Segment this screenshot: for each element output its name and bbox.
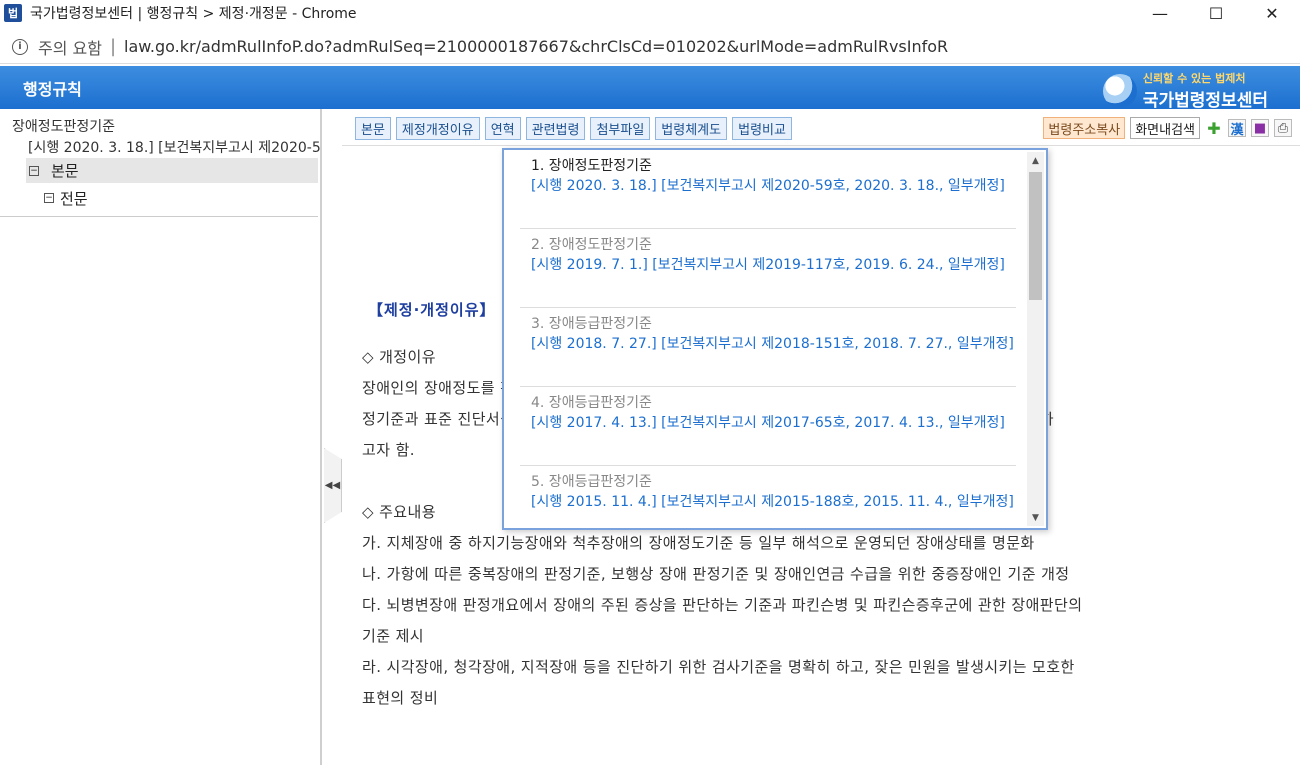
content-line: 가. 지체장애 중 하지기능장애와 척추장애의 장애정도기준 등 일부 해석으로… bbox=[362, 534, 1035, 552]
minimize-button[interactable]: — bbox=[1132, 0, 1188, 26]
tab-related-laws-button[interactable]: 관련법령 bbox=[525, 117, 586, 140]
collapse-toggle-icon[interactable]: − bbox=[44, 193, 54, 203]
tree-law-title[interactable]: 장애정도판정기준 bbox=[12, 116, 115, 136]
brand-emblem-icon bbox=[1102, 73, 1137, 108]
url-text[interactable]: law.go.kr/admRulInfoP.do?admRulSeq=21000… bbox=[124, 37, 948, 56]
list-item[interactable]: 3. 장애등급판정기준 [시행 2018. 7. 27.] [보건복지부고시 제… bbox=[520, 308, 1016, 387]
content-toolbar: 본문 제정개정이유 연혁 관련법령 첨부파일 법령체계도 법령비교 bbox=[355, 117, 792, 140]
toolbar-right: 법령주소복사 화면내검색 ✚ 漢 ■ ⎙ bbox=[1043, 117, 1292, 139]
add-favorite-icon[interactable]: ✚ bbox=[1205, 119, 1223, 138]
save-icon[interactable]: ■ bbox=[1251, 119, 1269, 137]
tree-item-preamble[interactable]: − 전문 bbox=[44, 187, 88, 209]
panel-collapse-handle[interactable]: ◀◀ bbox=[324, 448, 342, 523]
history-item-desc[interactable]: [시행 2020. 3. 18.] [보건복지부고시 제2020-59호, 20… bbox=[531, 176, 1016, 197]
popup-scrollbar[interactable]: ▲ ▼ bbox=[1027, 152, 1044, 526]
brand-name: 국가법령정보센터 bbox=[1142, 91, 1268, 111]
history-item-title[interactable]: 3. 장애등급판정기준 bbox=[531, 315, 1016, 334]
tab-attachments-button[interactable]: 첨부파일 bbox=[590, 117, 651, 140]
content-line: ◇ 주요내용 bbox=[362, 503, 436, 521]
window-titlebar: 법 국가법령정보센터 | 행정규칙 > 제정·개정문 - Chrome — ☐ … bbox=[0, 0, 1300, 26]
tab-history-button[interactable]: 연혁 bbox=[484, 117, 521, 140]
content-line: 라. 시각장애, 청각장애, 지적장애 등을 진단하기 위한 검사기준을 명확히… bbox=[362, 658, 1075, 676]
revision-reason-heading: 【제정·개정이유】 bbox=[368, 301, 496, 319]
tree-law-subtitle[interactable]: [시행 2020. 3. 18.] [보건복지부고시 제2020-59호, 20… bbox=[28, 137, 320, 157]
content-line: 고자 함. bbox=[362, 441, 415, 459]
brand-logo[interactable]: 신뢰할 수 있는 법제처 국가법령정보센터 bbox=[1102, 70, 1268, 111]
history-item-desc[interactable]: [시행 2017. 4. 13.] [보건복지부고시 제2017-65호, 20… bbox=[531, 413, 1016, 434]
tab-law-compare-button[interactable]: 법령비교 bbox=[732, 117, 792, 140]
collapse-toggle-icon[interactable]: − bbox=[29, 165, 39, 176]
tab-law-hierarchy-button[interactable]: 법령체계도 bbox=[655, 117, 728, 140]
tree-item-body[interactable]: − 본문 bbox=[26, 158, 318, 183]
history-item-desc[interactable]: [시행 2019. 7. 1.] [보건복지부고시 제2019-117호, 20… bbox=[531, 255, 1016, 276]
brand-slogan: 신뢰할 수 있는 법제처 bbox=[1142, 72, 1246, 85]
content-line: 기준 제시 bbox=[362, 627, 424, 645]
info-icon[interactable]: i bbox=[12, 38, 28, 55]
maximize-button[interactable]: ☐ bbox=[1188, 0, 1244, 26]
history-item-title[interactable]: 2. 장애정도판정기준 bbox=[531, 236, 1016, 255]
history-item-title[interactable]: 1. 장애정도판정기준 bbox=[531, 157, 1016, 176]
tab-revision-reason-button[interactable]: 제정개정이유 bbox=[395, 117, 480, 140]
history-item-title[interactable]: 5. 장애등급판정기준 bbox=[531, 473, 1016, 492]
content-line: 나. 가항에 따른 중복장애의 판정기준, 보행상 장애 판정기준 및 장애인연… bbox=[362, 565, 1070, 583]
app-icon: 법 bbox=[4, 4, 22, 22]
content-line: 다. 뇌병변장애 판정개요에서 장애의 주된 증상을 판단하는 기준과 파킨슨병… bbox=[362, 596, 1083, 614]
window-title: 국가법령정보센터 | 행정규칙 > 제정·개정문 - Chrome bbox=[30, 6, 357, 22]
list-item[interactable]: 2. 장애정도판정기준 [시행 2019. 7. 1.] [보건복지부고시 제2… bbox=[520, 229, 1016, 308]
security-status[interactable]: 주의 요함 bbox=[38, 35, 102, 59]
tree-item-label: 본문 bbox=[51, 162, 79, 180]
history-popup: 1. 장애정도판정기준 [시행 2020. 3. 18.] [보건복지부고시 제… bbox=[502, 148, 1048, 530]
tree-divider bbox=[0, 216, 318, 217]
address-separator: | bbox=[109, 36, 117, 57]
tab-body-button[interactable]: 본문 bbox=[355, 117, 391, 140]
content-line: ◇ 개정이유 bbox=[362, 348, 436, 366]
history-item-desc[interactable]: [시행 2015. 11. 4.] [보건복지부고시 제2015-188호, 2… bbox=[531, 492, 1016, 513]
section-title: 행정규칙 bbox=[23, 79, 82, 99]
history-item-desc[interactable]: [시행 2018. 7. 27.] [보건복지부고시 제2018-151호, 2… bbox=[531, 334, 1016, 355]
list-item[interactable]: 4. 장애등급판정기준 [시행 2017. 4. 13.] [보건복지부고시 제… bbox=[520, 387, 1016, 466]
left-tree-panel: 장애정도판정기준 [시행 2020. 3. 18.] [보건복지부고시 제202… bbox=[0, 109, 322, 765]
in-page-search-button[interactable]: 화면내검색 bbox=[1130, 117, 1200, 139]
double-chevron-left-icon: ◀◀ bbox=[324, 480, 341, 491]
list-item[interactable]: 5. 장애등급판정기준 [시행 2015. 11. 4.] [보건복지부고시 제… bbox=[520, 466, 1016, 528]
history-item-title[interactable]: 4. 장애등급판정기준 bbox=[531, 394, 1016, 413]
scroll-down-icon[interactable]: ▼ bbox=[1027, 509, 1044, 526]
hanja-toggle-icon[interactable]: 漢 bbox=[1228, 119, 1246, 138]
copy-law-address-button[interactable]: 법령주소복사 bbox=[1043, 117, 1126, 139]
history-list: 1. 장애정도판정기준 [시행 2020. 3. 18.] [보건복지부고시 제… bbox=[520, 150, 1016, 528]
tree-item-label: 전문 bbox=[60, 189, 88, 208]
site-header: 행정규칙 신뢰할 수 있는 법제처 국가법령정보센터 bbox=[0, 66, 1300, 111]
address-bar[interactable]: i 주의 요함 | law.go.kr/admRulInfoP.do?admRu… bbox=[0, 30, 1300, 64]
close-button[interactable]: ✕ bbox=[1244, 0, 1300, 26]
print-icon[interactable]: ⎙ bbox=[1274, 119, 1292, 137]
scroll-up-icon[interactable]: ▲ bbox=[1027, 152, 1044, 169]
window-controls: — ☐ ✕ bbox=[1132, 0, 1300, 26]
list-item[interactable]: 1. 장애정도판정기준 [시행 2020. 3. 18.] [보건복지부고시 제… bbox=[520, 150, 1016, 229]
scroll-thumb[interactable] bbox=[1029, 172, 1042, 300]
content-line: 표현의 정비 bbox=[362, 689, 439, 707]
